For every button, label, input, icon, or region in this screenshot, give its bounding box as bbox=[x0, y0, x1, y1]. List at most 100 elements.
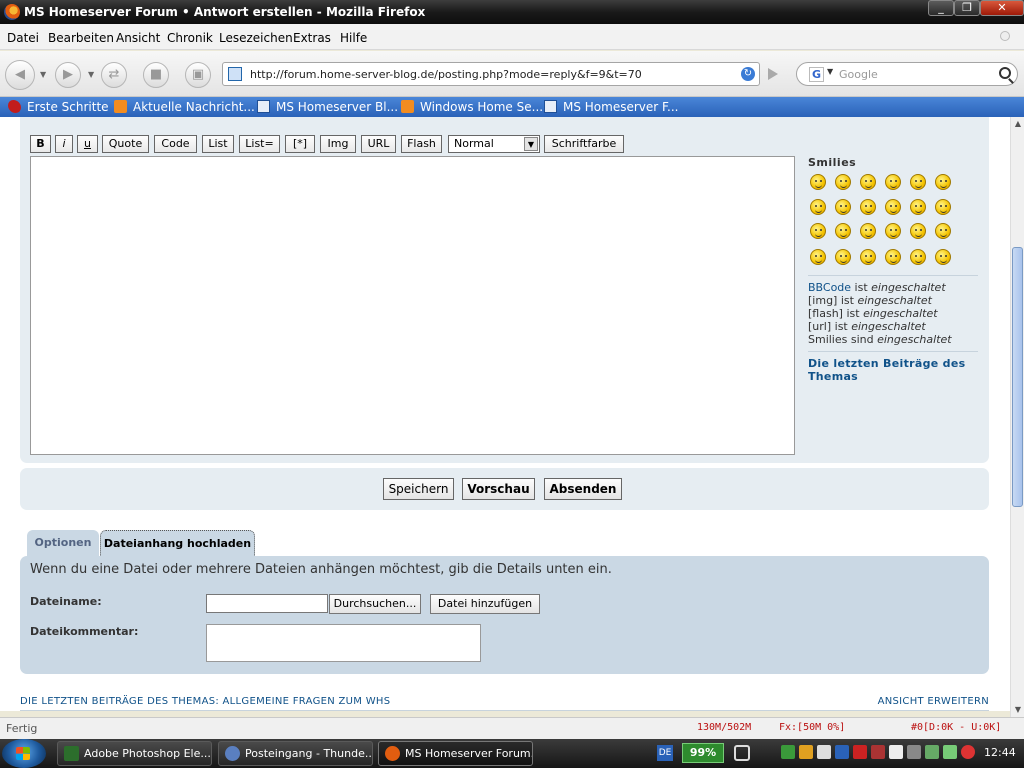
smiley-icon[interactable] bbox=[885, 223, 901, 239]
bookmark-windows-home-server[interactable]: Windows Home Se... bbox=[401, 100, 543, 114]
send-button[interactable]: Absenden bbox=[544, 478, 622, 500]
smiley-icon[interactable] bbox=[935, 249, 951, 265]
url-text[interactable]: http://forum.home-server-blog.de/posting… bbox=[250, 68, 642, 81]
bold-button[interactable]: B bbox=[30, 135, 51, 153]
file-comment-textarea[interactable] bbox=[206, 624, 481, 662]
list-button[interactable]: List bbox=[202, 135, 234, 153]
font-color-button[interactable]: Schriftfarbe bbox=[544, 135, 624, 153]
menu-datei[interactable]: Datei bbox=[7, 31, 39, 45]
smiley-icon[interactable] bbox=[860, 199, 876, 215]
smiley-icon[interactable] bbox=[810, 223, 826, 239]
smiley-icon[interactable] bbox=[910, 223, 926, 239]
img-button[interactable]: Img bbox=[320, 135, 356, 153]
smiley-icon[interactable] bbox=[910, 174, 926, 190]
menu-bearbeiten[interactable]: Bearbeiten bbox=[48, 31, 114, 45]
smiley-icon[interactable] bbox=[810, 249, 826, 265]
bbcode-link[interactable]: BBCode bbox=[808, 281, 851, 294]
close-button[interactable]: ✕ bbox=[980, 0, 1024, 16]
power-plug-icon[interactable] bbox=[734, 745, 750, 761]
smiley-icon[interactable] bbox=[835, 249, 851, 265]
menu-hilfe[interactable]: Hilfe bbox=[340, 31, 367, 45]
clock-tray-icon[interactable] bbox=[799, 745, 813, 759]
chevron-down-icon[interactable]: ▼ bbox=[524, 137, 538, 151]
home-save-icon[interactable]: ▣ bbox=[185, 62, 211, 88]
reload-icon[interactable]: ↻ bbox=[741, 67, 755, 81]
smiley-icon[interactable] bbox=[810, 174, 826, 190]
task-firefox[interactable]: MS Homeserver Forum... bbox=[378, 741, 533, 766]
signal-tray-icon[interactable] bbox=[871, 745, 885, 759]
go-arrow-icon[interactable] bbox=[768, 68, 778, 80]
search-icon[interactable] bbox=[999, 67, 1011, 79]
menu-chronik[interactable]: Chronik bbox=[167, 31, 213, 45]
tab-attachment[interactable]: Dateianhang hochladen bbox=[100, 530, 255, 557]
smiley-icon[interactable] bbox=[935, 174, 951, 190]
font-size-select[interactable]: Normal ▼ bbox=[448, 135, 540, 153]
google-engine-icon[interactable]: G bbox=[809, 67, 824, 82]
back-history-arrow-icon[interactable]: ▼ bbox=[40, 70, 46, 79]
language-indicator[interactable]: DE bbox=[657, 745, 673, 761]
bookmark-erste-schritte[interactable]: Erste Schritte bbox=[8, 100, 109, 114]
network-tray-icon[interactable] bbox=[835, 745, 849, 759]
bookmark-ms-homeserver-blog[interactable]: MS Homeserver Bl... bbox=[257, 100, 398, 114]
last-posts-link[interactable]: Die letzten Beiträge des Themas bbox=[808, 357, 978, 383]
menu-extras[interactable]: Extras bbox=[293, 31, 331, 45]
stop-tray-icon[interactable] bbox=[961, 745, 975, 759]
back-button[interactable]: ◀ bbox=[5, 60, 35, 90]
browse-button[interactable]: Durchsuchen... bbox=[329, 594, 421, 614]
image-tray-icon[interactable] bbox=[925, 745, 939, 759]
code-button[interactable]: Code bbox=[154, 135, 197, 153]
topic-review-link[interactable]: DIE LETZTEN BEITRÄGE DES THEMAS: ALLGEME… bbox=[20, 696, 390, 707]
minimize-button[interactable]: _ bbox=[928, 0, 954, 16]
add-file-button[interactable]: Datei hinzufügen bbox=[430, 594, 540, 614]
start-button[interactable] bbox=[2, 739, 46, 768]
forward-button[interactable]: ▶ bbox=[55, 62, 81, 88]
list-ordered-button[interactable]: List= bbox=[239, 135, 280, 153]
smiley-icon[interactable] bbox=[885, 174, 901, 190]
download-tray-icon[interactable] bbox=[781, 745, 795, 759]
list-item-button[interactable]: [*] bbox=[285, 135, 315, 153]
file-input[interactable] bbox=[206, 594, 328, 613]
preview-button[interactable]: Vorschau bbox=[462, 478, 535, 500]
maximize-button[interactable]: ❐ bbox=[954, 0, 980, 16]
menu-ansicht[interactable]: Ansicht bbox=[116, 31, 160, 45]
search-bar[interactable]: G ▼ Google bbox=[796, 62, 1018, 86]
bookmark-ms-homeserver-forum[interactable]: MS Homeserver F... bbox=[544, 100, 678, 114]
check-tray-icon[interactable] bbox=[943, 745, 957, 759]
engine-dropdown-icon[interactable]: ▼ bbox=[827, 67, 833, 76]
quote-button[interactable]: Quote bbox=[102, 135, 149, 153]
smiley-icon[interactable] bbox=[860, 174, 876, 190]
stop-icon[interactable]: ■ bbox=[143, 62, 169, 88]
task-photoshop[interactable]: Adobe Photoshop Ele... bbox=[57, 741, 212, 766]
url-button[interactable]: URL bbox=[361, 135, 396, 153]
smiley-icon[interactable] bbox=[810, 199, 826, 215]
underline-button[interactable]: u bbox=[77, 135, 98, 153]
camera-tray-icon[interactable] bbox=[907, 745, 921, 759]
smiley-icon[interactable] bbox=[910, 199, 926, 215]
smiley-icon[interactable] bbox=[885, 199, 901, 215]
smiley-icon[interactable] bbox=[835, 223, 851, 239]
italic-button[interactable]: i bbox=[55, 135, 73, 153]
window-title-bar[interactable]: MS Homeserver Forum • Antwort erstellen … bbox=[0, 0, 1024, 24]
expand-view-link[interactable]: ANSICHT ERWEITERN bbox=[878, 696, 989, 707]
reload-shuffle-icon[interactable]: ⇄ bbox=[101, 62, 127, 88]
smiley-icon[interactable] bbox=[835, 199, 851, 215]
scroll-up-icon[interactable]: ▲ bbox=[1013, 119, 1023, 129]
task-thunderbird[interactable]: Posteingang - Thunde... bbox=[218, 741, 373, 766]
document-tray-icon[interactable] bbox=[817, 745, 831, 759]
antivirus-tray-icon[interactable] bbox=[853, 745, 867, 759]
scroll-down-icon[interactable]: ▼ bbox=[1013, 705, 1023, 715]
smiley-icon[interactable] bbox=[935, 199, 951, 215]
smiley-icon[interactable] bbox=[860, 223, 876, 239]
smiley-icon[interactable] bbox=[860, 249, 876, 265]
smiley-icon[interactable] bbox=[935, 223, 951, 239]
flash-button[interactable]: Flash bbox=[401, 135, 442, 153]
smiley-icon[interactable] bbox=[835, 174, 851, 190]
vertical-scrollbar[interactable]: ▲ ▼ bbox=[1010, 117, 1024, 717]
display-tray-icon[interactable] bbox=[889, 745, 903, 759]
forward-history-arrow-icon[interactable]: ▼ bbox=[88, 70, 94, 79]
scrollbar-thumb[interactable] bbox=[1012, 247, 1023, 507]
url-bar[interactable]: http://forum.home-server-blog.de/posting… bbox=[222, 62, 760, 86]
save-button[interactable]: Speichern bbox=[383, 478, 454, 500]
message-textarea[interactable] bbox=[30, 156, 795, 455]
menu-lesezeichen[interactable]: Lesezeichen bbox=[219, 31, 293, 45]
